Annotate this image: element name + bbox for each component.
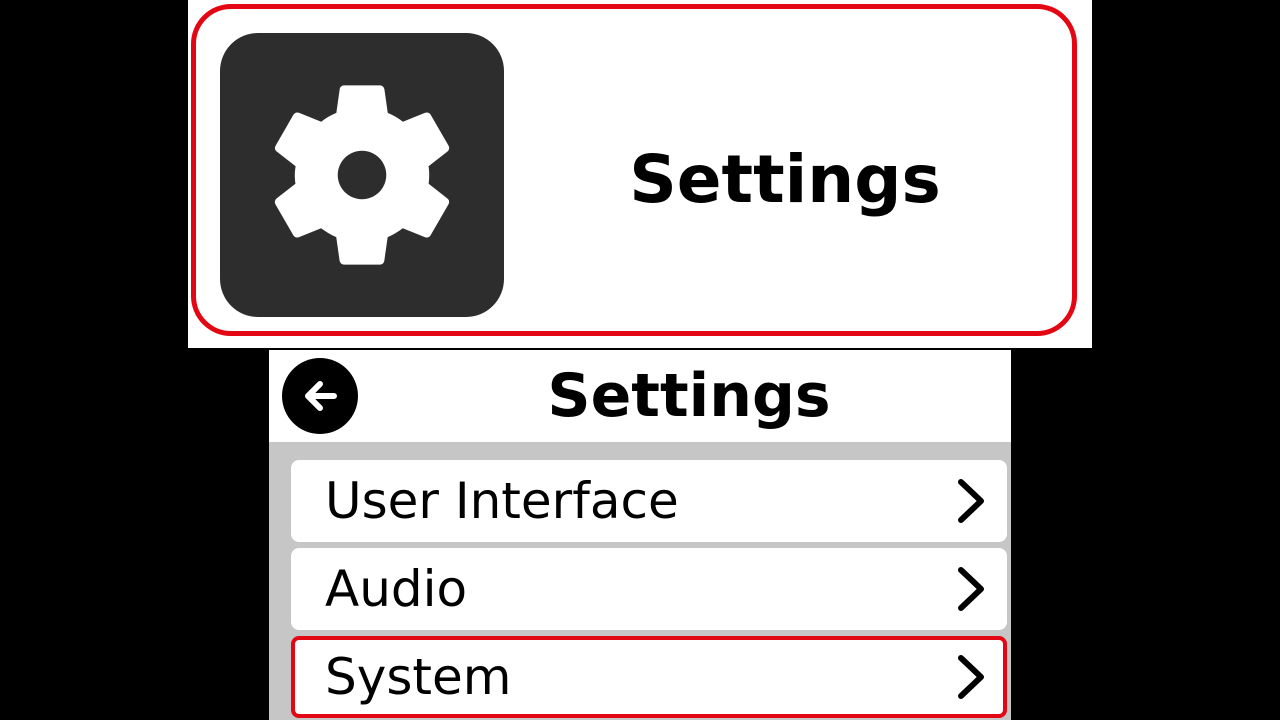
back-button[interactable] <box>282 358 358 434</box>
menu-item-label: Audio <box>325 560 468 618</box>
arrow-left-icon <box>305 381 337 411</box>
settings-app-icon <box>220 33 504 317</box>
gear-icon <box>274 85 450 265</box>
menu-item-system[interactable]: System <box>291 636 1007 718</box>
chevron-right-icon <box>958 655 984 699</box>
stage: Settings Settings User Interface Audio S… <box>0 0 1280 720</box>
menu-item-label: User Interface <box>325 472 679 530</box>
page-title: Settings <box>547 361 831 431</box>
app-tile-title: Settings <box>629 141 941 218</box>
menu-item-user-interface[interactable]: User Interface <box>291 460 1007 542</box>
screen-header: Settings <box>269 350 1011 442</box>
settings-screen: Settings User Interface Audio System <box>269 350 1011 720</box>
menu-item-audio[interactable]: Audio <box>291 548 1007 630</box>
chevron-right-icon <box>958 567 984 611</box>
menu-item-label: System <box>325 648 512 706</box>
chevron-right-icon <box>958 479 984 523</box>
